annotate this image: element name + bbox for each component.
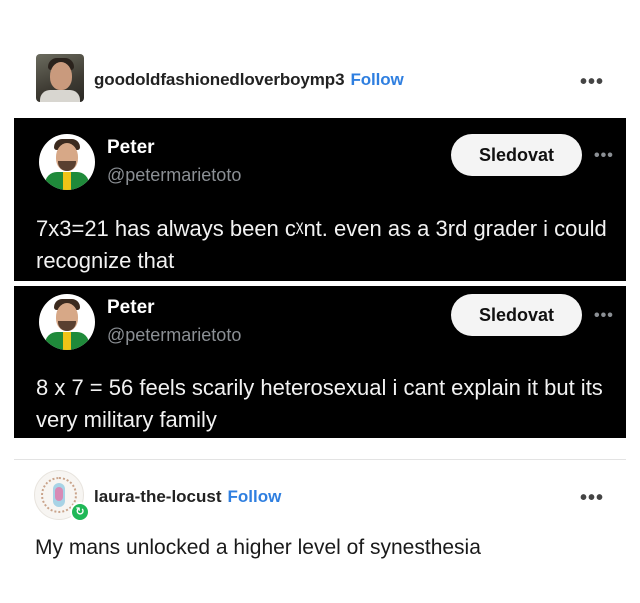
avatar-face: [50, 62, 72, 90]
avatar[interactable]: [36, 54, 84, 102]
reblog-comment: My mans unlocked a higher level of synes…: [35, 536, 481, 559]
more-options-icon[interactable]: •••: [580, 488, 604, 508]
tweet-more-icon[interactable]: •••: [594, 148, 614, 164]
original-post-header: goodoldfashionedloverboymp3 Follow •••: [0, 54, 640, 106]
tweet-avatar[interactable]: [39, 294, 95, 350]
follow-button[interactable]: Follow: [350, 70, 403, 89]
avatar-shirt: [40, 90, 80, 102]
follow-button[interactable]: Follow: [228, 487, 282, 506]
divider: [14, 459, 626, 460]
reblog-icon: ↻: [70, 502, 90, 522]
more-options-icon[interactable]: •••: [580, 72, 604, 92]
embedded-tweet: Peter @petermarietoto Sledovat ••• 8 x 7…: [14, 286, 626, 438]
tweet-author-name[interactable]: Peter: [107, 297, 155, 319]
username-link[interactable]: goodoldfashionedloverboymp3: [94, 70, 345, 89]
tweet-author-name[interactable]: Peter: [107, 137, 155, 159]
tweet-text: 7x3=21 has always been cᵡnt. even as a 3…: [36, 216, 607, 273]
tweet-avatar[interactable]: [39, 134, 95, 190]
tweet-more-icon[interactable]: •••: [594, 308, 614, 324]
tweet-follow-button[interactable]: Sledovat: [451, 134, 582, 176]
avatar-stripe: [63, 332, 71, 350]
avatar-stripe: [63, 172, 71, 190]
tweet-author-handle[interactable]: @petermarietoto: [107, 325, 241, 346]
username-line: goodoldfashionedloverboymp3 Follow: [94, 70, 404, 90]
username-line: laura-the-locust Follow: [94, 487, 281, 507]
embedded-tweet: Peter @petermarietoto Sledovat ••• 7x3=2…: [14, 118, 626, 281]
username-link[interactable]: laura-the-locust: [94, 487, 222, 506]
tweet-follow-button[interactable]: Sledovat: [451, 294, 582, 336]
tweet-text: 8 x 7 = 56 feels scarily heterosexual i …: [36, 375, 603, 432]
tweet-author-handle[interactable]: @petermarietoto: [107, 165, 241, 186]
avatar-locust-detail: [55, 487, 63, 501]
reblog-header: ↻ laura-the-locust Follow •••: [0, 470, 640, 526]
